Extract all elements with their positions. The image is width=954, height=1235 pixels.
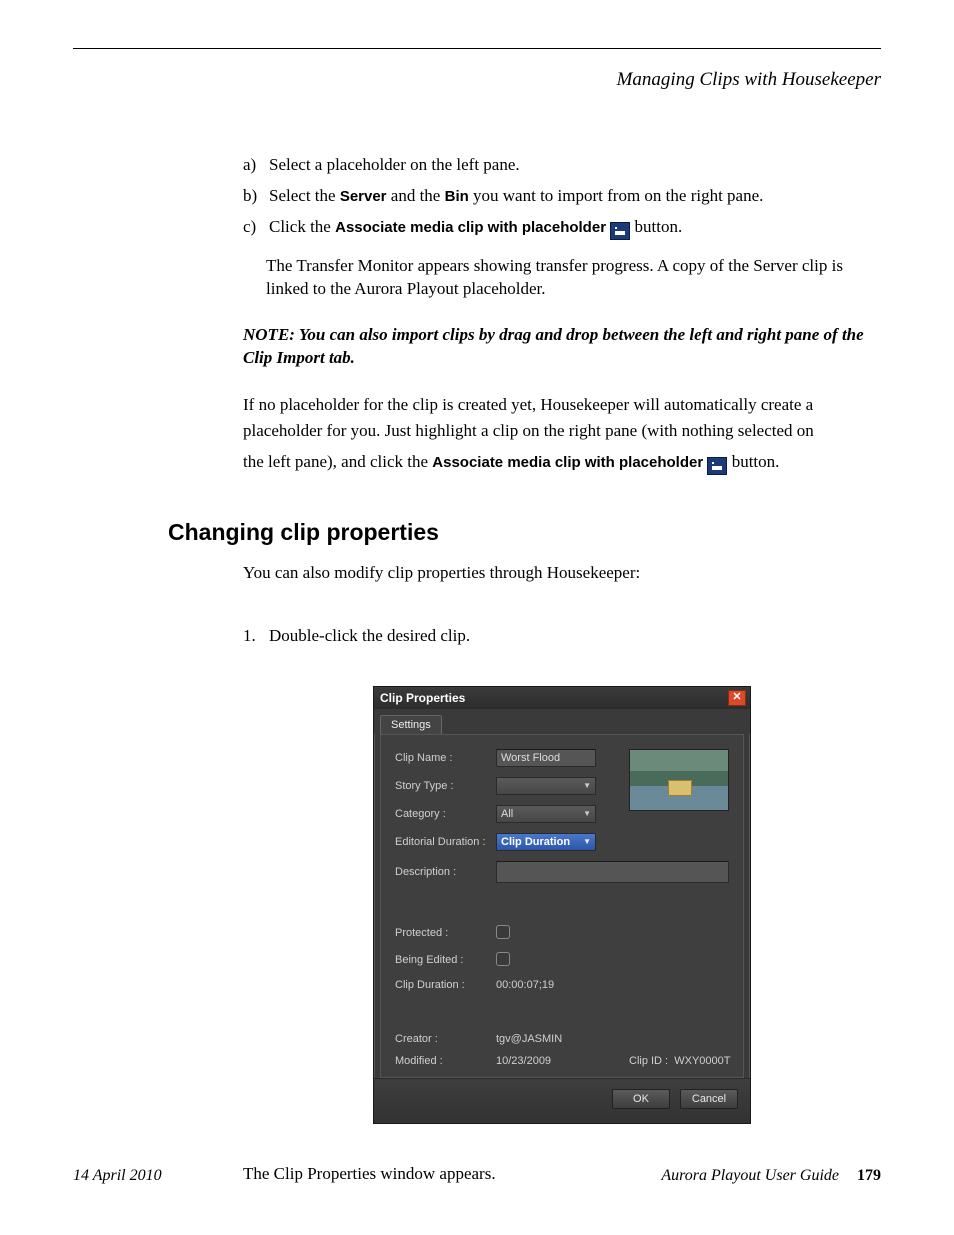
dialog-title-text: Clip Properties <box>380 691 465 705</box>
step-marker: a) <box>243 151 261 178</box>
associate-media-icon <box>610 222 630 240</box>
server-label: Server <box>340 188 387 205</box>
ok-button[interactable]: OK <box>612 1089 670 1109</box>
associate-button-label: Associate media clip with placeholder <box>432 454 703 471</box>
dialog-body: Clip Name : Story Type : ▼ Category : Al… <box>380 734 744 1078</box>
footer-page-number: 179 <box>857 1167 881 1184</box>
clip-id-row: Clip ID : WXY0000T <box>629 1055 729 1067</box>
step-b: b) Select the Server and the Bin you wan… <box>243 182 881 209</box>
cancel-button[interactable]: Cancel <box>680 1089 738 1109</box>
if-no-placeholder-para-2: the left pane), and click the Associate … <box>243 449 881 475</box>
footer-date: 14 April 2010 <box>73 1167 162 1185</box>
description-input[interactable] <box>496 861 729 883</box>
step-text: Select a placeholder on the left pane. <box>269 151 520 178</box>
transfer-monitor-paragraph: The Transfer Monitor appears showing tra… <box>266 255 881 301</box>
being-edited-checkbox[interactable] <box>496 952 510 966</box>
clip-id-value: WXY0000T <box>674 1055 730 1067</box>
bin-label: Bin <box>445 188 469 205</box>
editorial-duration-select[interactable]: Clip Duration▼ <box>496 833 596 851</box>
protected-checkbox[interactable] <box>496 925 510 939</box>
modified-value: 10/23/2009 <box>496 1055 623 1067</box>
note-block: NOTE: You can also import clips by drag … <box>243 324 881 370</box>
page-footer: 14 April 2010 Aurora Playout User Guide … <box>73 1167 881 1185</box>
label-description: Description : <box>395 866 490 878</box>
tab-settings[interactable]: Settings <box>380 715 442 734</box>
step-text: Double-click the desired clip. <box>269 626 470 646</box>
label-clip-duration: Clip Duration : <box>395 979 490 991</box>
step-a: a) Select a placeholder on the left pane… <box>243 151 881 178</box>
associate-button-label: Associate media clip with placeholder <box>335 219 606 236</box>
step-marker: c) <box>243 213 261 240</box>
step-text: Click the Associate media clip with plac… <box>269 213 682 240</box>
clip-name-input[interactable] <box>496 749 596 767</box>
creator-value: tgv@JASMIN <box>496 1033 623 1045</box>
step-marker: b) <box>243 182 261 209</box>
chevron-down-icon: ▼ <box>583 837 591 846</box>
label-creator: Creator : <box>395 1033 490 1045</box>
chevron-down-icon: ▼ <box>583 781 591 790</box>
story-type-select[interactable]: ▼ <box>496 777 596 795</box>
chevron-down-icon: ▼ <box>583 809 591 818</box>
label-clip-name: Clip Name : <box>395 752 490 764</box>
label-story-type: Story Type : <box>395 780 490 792</box>
section-intro: You can also modify clip properties thro… <box>243 560 881 586</box>
close-icon[interactable]: ✕ <box>728 690 746 706</box>
label-being-edited: Being Edited : <box>395 954 490 966</box>
associate-media-icon <box>707 457 727 475</box>
clip-duration-value: 00:00:07;19 <box>496 979 623 991</box>
step-1: 1. Double-click the desired clip. <box>243 626 881 646</box>
chapter-title: Managing Clips with Housekeeper <box>73 69 881 91</box>
alpha-step-list: a) Select a placeholder on the left pane… <box>243 151 881 241</box>
step-text: Select the Server and the Bin you want t… <box>269 182 763 209</box>
if-no-placeholder-para-1: If no placeholder for the clip is create… <box>243 392 881 443</box>
dialog-titlebar[interactable]: Clip Properties ✕ <box>374 687 750 709</box>
label-category: Category : <box>395 808 490 820</box>
section-heading: Changing clip properties <box>168 519 881 546</box>
label-editorial-duration: Editorial Duration : <box>395 836 490 848</box>
step-c: c) Click the Associate media clip with p… <box>243 213 881 240</box>
clip-properties-dialog: Clip Properties ✕ Settings Clip Name : S… <box>373 686 751 1124</box>
footer-guide: Aurora Playout User Guide <box>661 1167 839 1184</box>
step-marker: 1. <box>243 626 261 646</box>
label-protected: Protected : <box>395 927 490 939</box>
category-select[interactable]: All▼ <box>496 805 596 823</box>
numbered-step-list: 1. Double-click the desired clip. <box>243 626 881 646</box>
clip-thumbnail <box>629 749 729 811</box>
label-modified: Modified : <box>395 1055 490 1067</box>
